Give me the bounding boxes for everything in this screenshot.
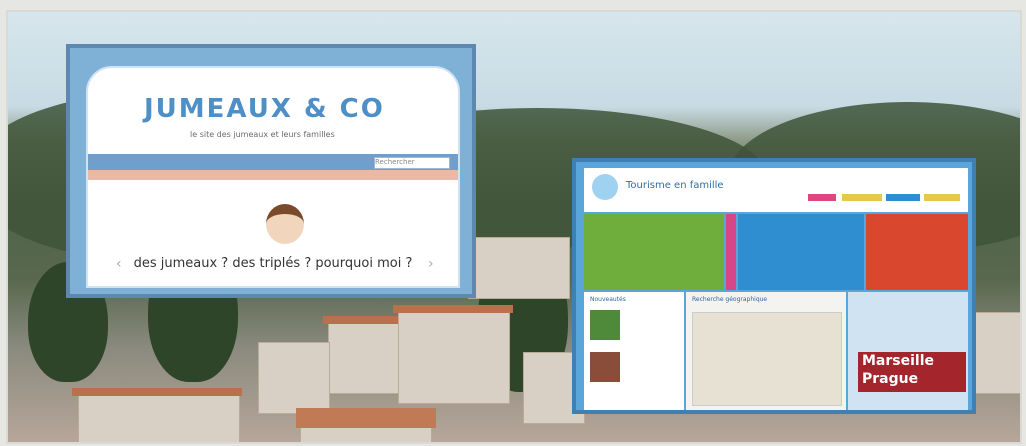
menu-button[interactable]: [886, 194, 920, 201]
site-logo: JUMEAUX & CO: [144, 94, 385, 124]
photo-background: JUMEAUX & CO le site des jumeaux et leur…: [8, 12, 1020, 442]
city-1: Marseille: [862, 353, 935, 369]
next-arrow-icon[interactable]: ›: [428, 256, 434, 272]
house: [468, 237, 570, 299]
city-2: Prague: [862, 371, 919, 387]
globe-logo-icon: [592, 174, 618, 200]
search-input[interactable]: Rechercher: [374, 157, 450, 169]
house: [78, 394, 240, 442]
menu-button[interactable]: [842, 194, 882, 201]
house: [973, 312, 1020, 394]
map[interactable]: [692, 312, 842, 406]
news-thumb[interactable]: [590, 310, 620, 340]
site-brand: Tourisme en famille: [626, 180, 724, 191]
accent-bar: [88, 170, 458, 180]
site-question: des jumeaux ? des triplés ? pourquoi moi…: [133, 256, 413, 271]
map-title: Recherche géographique: [692, 296, 768, 303]
photo-poppies[interactable]: [866, 214, 968, 290]
site-tagline: le site des jumeaux et leurs familles: [190, 130, 335, 139]
menu-button[interactable]: [808, 194, 836, 201]
photo-binoculars[interactable]: [584, 214, 724, 290]
house: [328, 322, 400, 394]
site-card: JUMEAUX & CO le site des jumeaux et leur…: [86, 66, 460, 288]
website-tourisme-screenshot: Tourisme en famille Nouveautés Recherche…: [572, 158, 976, 414]
news-thumb[interactable]: [590, 352, 620, 382]
roof: [296, 408, 436, 428]
website-jumeaux-screenshot: JUMEAUX & CO le site des jumeaux et leur…: [66, 44, 476, 298]
site-header: Tourisme en famille: [584, 168, 968, 212]
city-card[interactable]: Marseille Prague: [858, 352, 966, 392]
destination-panel[interactable]: [848, 292, 968, 410]
child-illustration: [266, 204, 304, 244]
photo-silhouettes[interactable]: [738, 214, 864, 290]
roof: [323, 316, 403, 324]
divider: [726, 214, 736, 290]
roof: [393, 305, 513, 313]
house: [398, 312, 510, 404]
roof: [72, 388, 242, 396]
news-title: Nouveautés: [590, 296, 626, 303]
house: [258, 342, 330, 414]
news-panel: Nouveautés: [584, 292, 684, 410]
menu-button[interactable]: [924, 194, 960, 201]
map-panel[interactable]: Recherche géographique: [686, 292, 846, 410]
